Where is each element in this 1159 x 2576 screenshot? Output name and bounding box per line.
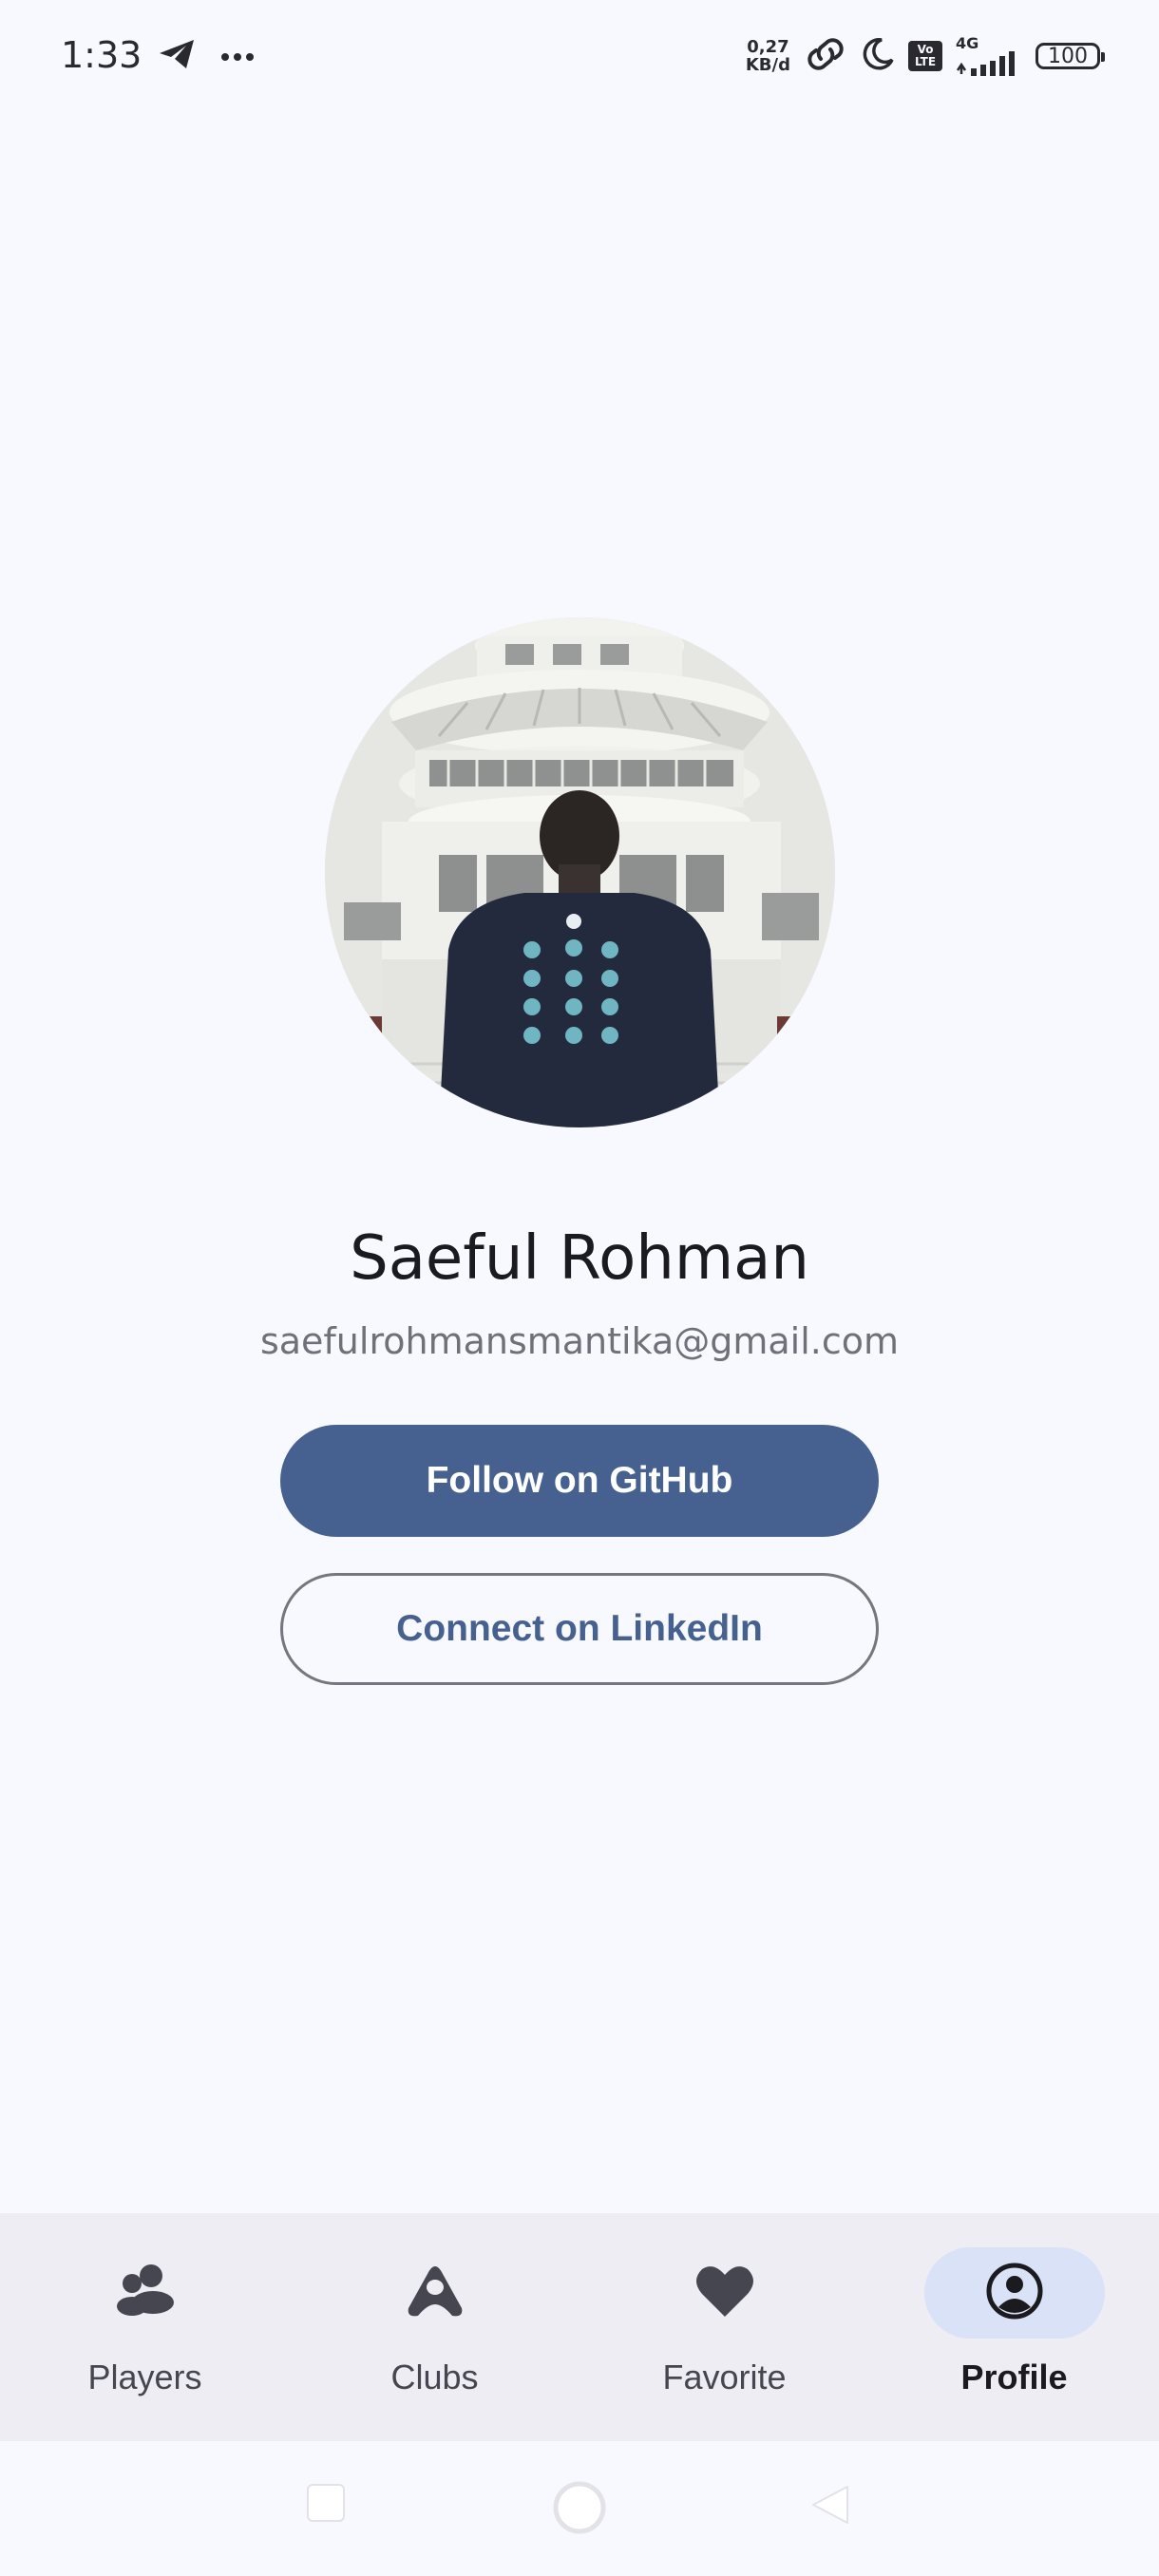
profile-email: saefulrohmansmantika@gmail.com (259, 1320, 900, 1362)
telegram-icon (158, 38, 196, 74)
connect-linkedin-button[interactable]: Connect on LinkedIn (280, 1573, 879, 1685)
signal-icon: 4G (956, 36, 1022, 76)
nav-label: Clubs (390, 2358, 479, 2396)
nav-indicator (55, 2247, 236, 2339)
account-circle-icon (985, 2262, 1044, 2324)
nav-item-players[interactable]: Players (0, 2213, 290, 2441)
nav-item-clubs[interactable]: Clubs (290, 2213, 580, 2441)
heart-icon (694, 2263, 755, 2322)
profile-name: Saeful Rohman (350, 1223, 809, 1294)
home-circle-icon[interactable] (551, 2479, 608, 2540)
battery-icon: 100 (1036, 43, 1105, 69)
nav-indicator (345, 2247, 525, 2339)
clubs-icon (405, 2263, 466, 2323)
status-right-icons: 0,27 KB/d Vo LTE 4G 100 (746, 36, 1105, 76)
network-type: 4G (956, 34, 979, 52)
battery-level: 100 (1048, 44, 1088, 68)
do-not-disturb-moon-icon (861, 37, 895, 75)
hotspot-link-icon (804, 38, 847, 74)
status-bar: 1:33 0,27 KB/d Vo LTE 4G 100 (0, 0, 1159, 118)
avatar (325, 617, 835, 1127)
more-dots-icon (220, 47, 255, 66)
status-time: 1:33 (61, 34, 142, 76)
nav-indicator-active (923, 2247, 1105, 2339)
nav-item-profile[interactable]: Profile (869, 2213, 1159, 2441)
nav-label: Favorite (662, 2358, 787, 2396)
nav-item-favorite[interactable]: Favorite (580, 2213, 869, 2441)
status-left-icons (158, 38, 255, 74)
speed-unit: KB/d (745, 55, 790, 75)
bottom-navigation: Players Clubs Favorite Profile (0, 2213, 1159, 2441)
speed-value: 0,27 (747, 37, 789, 57)
follow-github-button[interactable]: Follow on GitHub (280, 1425, 879, 1537)
connect-linkedin-label: Connect on LinkedIn (396, 1608, 763, 1649)
network-speed: 0,27 KB/d (746, 38, 790, 74)
volte-line2: LTE (914, 55, 937, 68)
nav-indicator (635, 2247, 815, 2339)
profile-photo (325, 617, 835, 1127)
back-triangle-icon[interactable] (809, 2483, 851, 2530)
nav-label: Players (87, 2358, 202, 2396)
people-icon (115, 2263, 176, 2323)
recents-square-icon[interactable] (306, 2483, 346, 2527)
follow-github-label: Follow on GitHub (426, 1460, 733, 1501)
nav-label: Profile (960, 2358, 1068, 2396)
volte-icon: Vo LTE (908, 41, 942, 71)
